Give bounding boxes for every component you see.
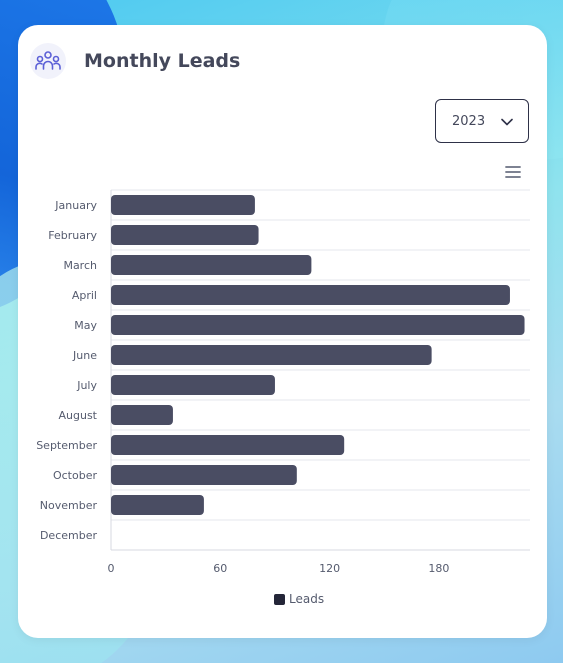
monthly-leads-card: Monthly Leads 2023 January February March A…	[18, 25, 547, 638]
bar-february	[111, 225, 259, 245]
bar-august	[111, 405, 173, 425]
leads-bar-chart: January February March April May June July Augu…	[36, 189, 530, 575]
bar-september	[111, 435, 345, 455]
y-tick-label: August	[59, 409, 98, 422]
y-tick-label: February	[48, 229, 97, 242]
bar-january	[111, 195, 255, 215]
x-tick-label: 120	[319, 562, 340, 575]
bar-june	[111, 345, 432, 365]
y-tick-label: December	[40, 529, 98, 542]
bar-march	[111, 255, 312, 275]
y-tick-label: November	[40, 499, 98, 512]
x-tick-label: 0	[108, 562, 115, 575]
legend-swatch	[274, 593, 285, 605]
x-tick-label: 180	[428, 562, 449, 575]
x-tick-label: 60	[213, 562, 227, 575]
y-tick-label: October	[53, 469, 97, 482]
bar-july	[111, 375, 275, 395]
chart-legend: Leads	[274, 592, 324, 606]
bar-november	[111, 495, 204, 515]
bar-may	[111, 315, 525, 335]
bar-october	[111, 465, 297, 485]
bar-april	[111, 285, 510, 305]
y-tick-label: June	[72, 349, 97, 362]
legend-label: Leads	[289, 592, 325, 606]
y-tick-label: September	[36, 439, 97, 452]
y-tick-label: January	[54, 199, 97, 212]
y-tick-label: May	[74, 319, 97, 332]
y-tick-label: July	[76, 379, 97, 392]
y-tick-label: April	[72, 289, 97, 302]
y-tick-label: March	[63, 259, 97, 272]
